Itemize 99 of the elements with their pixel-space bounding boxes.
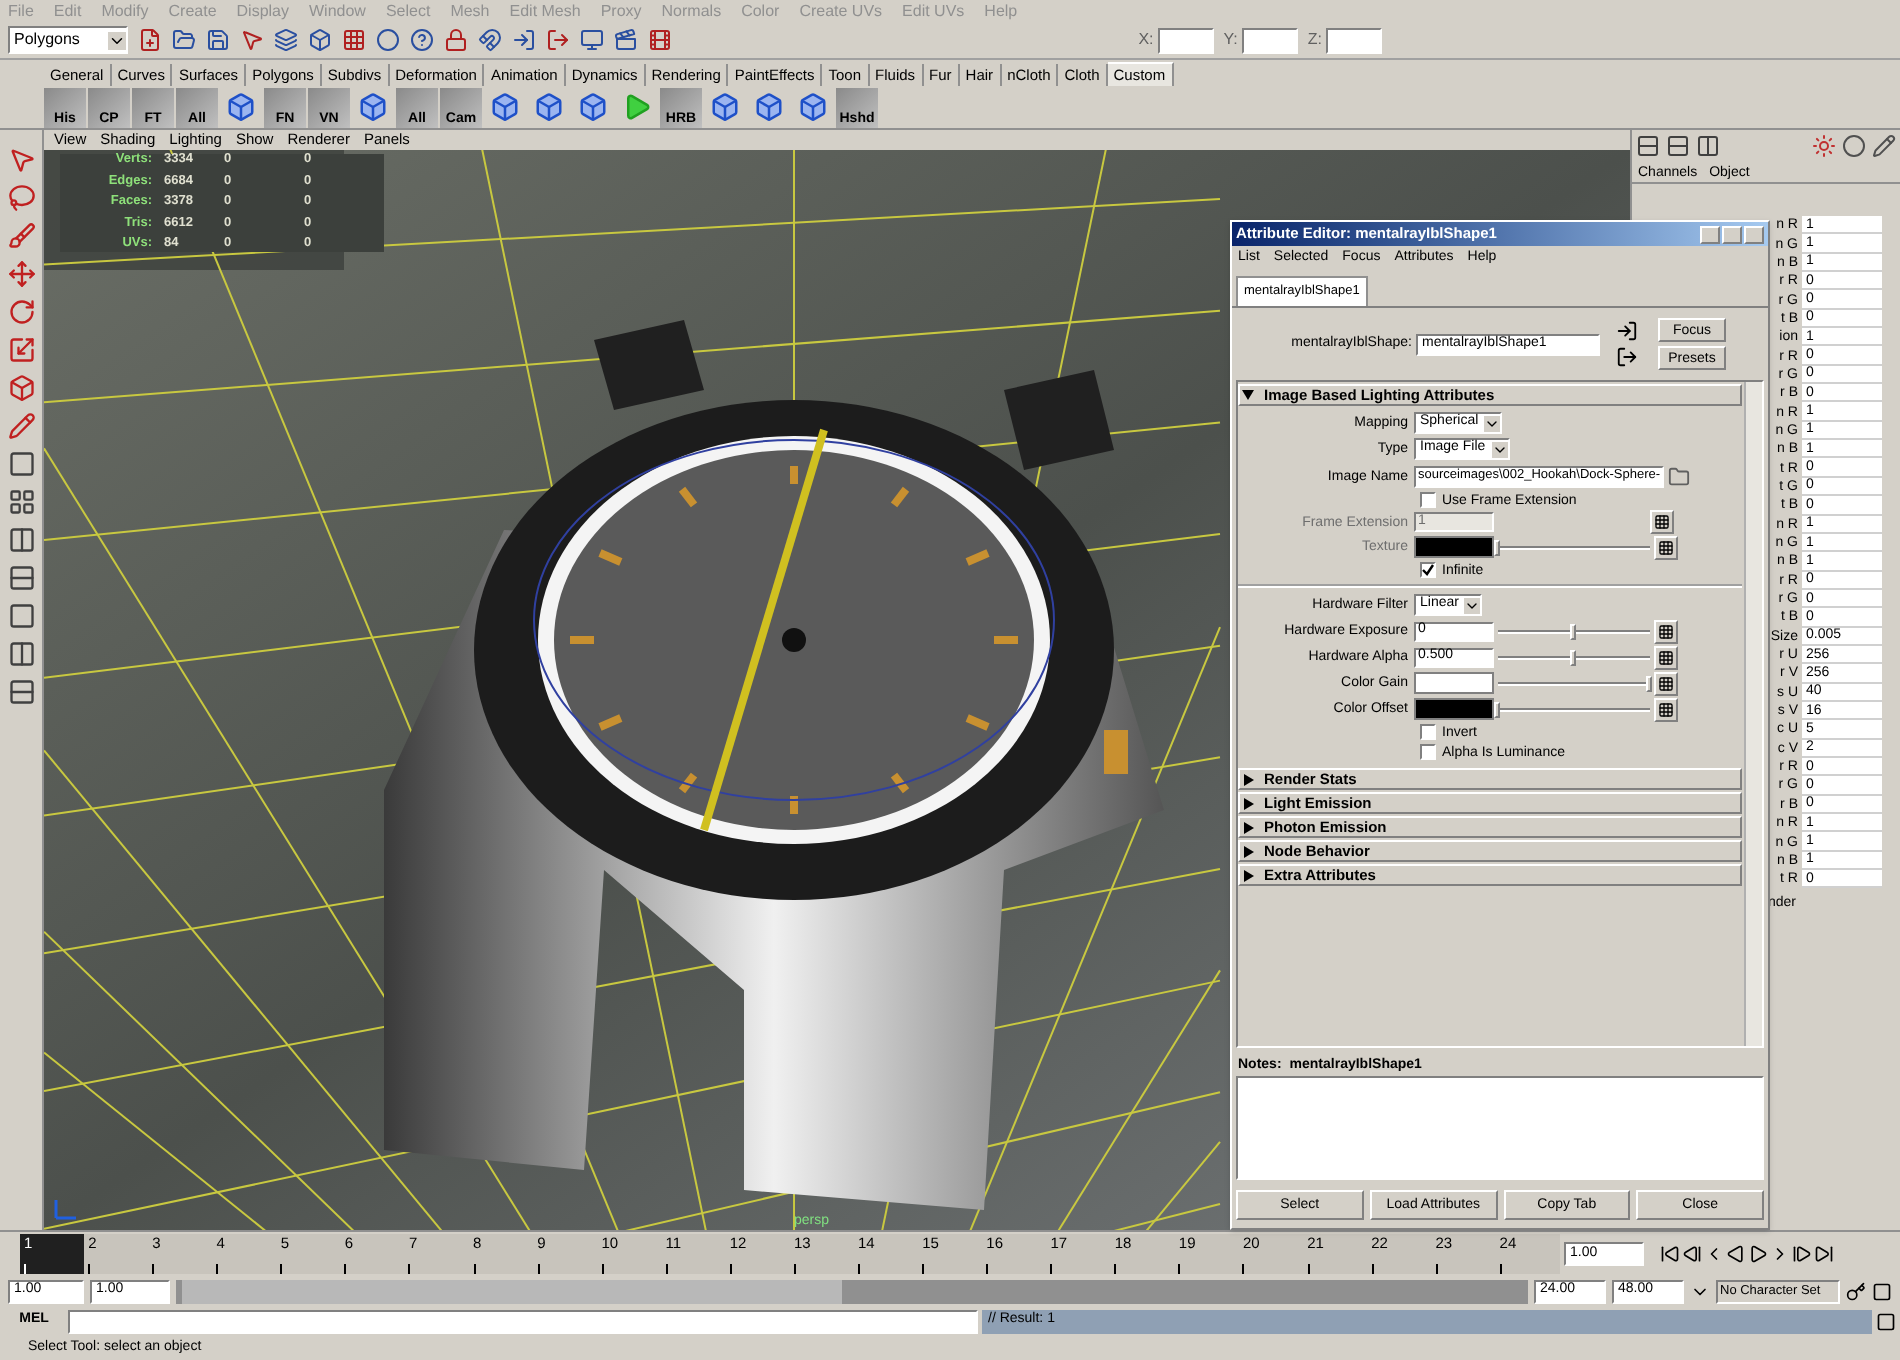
render-view-icon[interactable] <box>580 28 604 52</box>
go-to-end-icon[interactable] <box>1814 1244 1834 1264</box>
mode-dropdown[interactable]: Polygons <box>8 26 128 54</box>
dropdown-caret-icon <box>1484 415 1501 431</box>
step-forward-key-icon[interactable] <box>1792 1244 1812 1264</box>
dropdown-caret-icon <box>1464 597 1481 613</box>
output-connection-icon[interactable] <box>1616 346 1638 368</box>
stacked-view-icon[interactable] <box>7 678 35 706</box>
coordinate-label: Y: <box>1223 28 1238 52</box>
split-view-icon[interactable] <box>7 640 35 668</box>
range-slider-bar[interactable] <box>182 1279 842 1303</box>
expanded-triangle-icon <box>1242 390 1254 400</box>
channel-list-icon[interactable] <box>1666 134 1690 158</box>
scrollbar[interactable] <box>1744 382 1762 1046</box>
folder-icon[interactable] <box>1668 465 1690 487</box>
checker-icon <box>1658 675 1674 691</box>
shelf-cube-icon[interactable] <box>534 92 564 122</box>
checkbox[interactable] <box>1420 562 1436 578</box>
checker-icon <box>1654 514 1670 530</box>
slider-thumb[interactable] <box>1570 649 1576 665</box>
maximize-button[interactable] <box>1722 225 1742 243</box>
shelf-cube-icon[interactable] <box>226 92 256 122</box>
two-row-icon[interactable] <box>7 564 35 592</box>
save-icon[interactable] <box>206 28 230 52</box>
grid-icon[interactable] <box>342 28 366 52</box>
lights-icon[interactable] <box>1812 134 1836 158</box>
shelf-cube-icon[interactable] <box>358 92 388 122</box>
map-button[interactable] <box>1650 510 1674 534</box>
pointer-icon[interactable] <box>240 28 264 52</box>
color-swatch[interactable] <box>1414 698 1494 720</box>
shelf-cube-icon[interactable] <box>754 92 784 122</box>
key-icon[interactable] <box>1846 1281 1866 1301</box>
two-column-icon[interactable] <box>7 526 35 554</box>
cube-icon[interactable] <box>7 374 35 402</box>
shelf-cube-icon[interactable] <box>490 92 520 122</box>
dropdown-caret-icon <box>1491 441 1508 457</box>
layers-icon[interactable] <box>274 28 298 52</box>
paint-brush-icon[interactable] <box>7 222 35 250</box>
panel-icon[interactable] <box>7 602 35 630</box>
checker-icon <box>1658 623 1674 639</box>
select-arrow-icon[interactable] <box>7 146 35 174</box>
help-icon[interactable] <box>410 28 434 52</box>
clapperboard-icon[interactable] <box>614 28 638 52</box>
output-icon[interactable] <box>546 28 570 52</box>
film-icon[interactable] <box>648 28 672 52</box>
magnet-icon[interactable] <box>478 28 502 52</box>
shelf-cube-icon[interactable] <box>798 92 828 122</box>
slider-thumb[interactable] <box>1494 701 1500 717</box>
lasso-icon[interactable] <box>7 184 35 212</box>
single-view-icon[interactable] <box>7 450 35 478</box>
go-to-start-icon[interactable] <box>1660 1244 1680 1264</box>
script-editor-icon[interactable] <box>1876 1311 1896 1331</box>
cube-icon[interactable] <box>308 28 332 52</box>
preferences-icon[interactable] <box>1872 1281 1892 1301</box>
four-view-icon[interactable] <box>7 488 35 516</box>
layout-icon[interactable] <box>1696 134 1720 158</box>
close-button[interactable] <box>1744 225 1764 243</box>
shelf-cube-icon[interactable] <box>578 92 608 122</box>
map-button[interactable] <box>1654 645 1678 669</box>
pencil-icon[interactable] <box>1872 134 1896 158</box>
sphere-icon[interactable] <box>376 28 400 52</box>
input-icon[interactable] <box>512 28 536 52</box>
slider-thumb[interactable] <box>1646 675 1652 691</box>
scale-icon[interactable] <box>7 336 35 364</box>
coordinate-label: X: <box>1138 28 1154 52</box>
coordinate-field[interactable] <box>1326 27 1382 53</box>
shelf-cube-icon[interactable] <box>710 92 740 122</box>
slider-thumb[interactable] <box>1570 623 1576 639</box>
map-button[interactable] <box>1654 697 1678 721</box>
coordinate-field[interactable] <box>1241 27 1298 53</box>
step-back-key-icon[interactable] <box>1682 1244 1702 1264</box>
play-backwards-icon[interactable] <box>1726 1244 1746 1264</box>
shading-icon[interactable] <box>1842 134 1866 158</box>
notes-field[interactable] <box>1236 1076 1764 1180</box>
checker-icon <box>1658 701 1674 717</box>
checkbox[interactable] <box>1420 744 1436 760</box>
checker-icon <box>1658 539 1674 555</box>
checkbox[interactable] <box>1420 724 1436 740</box>
folder-icon[interactable] <box>172 28 196 52</box>
axis-icon <box>52 1194 80 1222</box>
move-icon[interactable] <box>7 260 35 288</box>
play-icon[interactable] <box>1748 1244 1768 1264</box>
pencil-icon[interactable] <box>7 412 35 440</box>
rotate-icon[interactable] <box>7 298 35 326</box>
minimize-button[interactable] <box>1700 225 1720 243</box>
lock-icon[interactable] <box>444 28 468 52</box>
new-scene-icon[interactable] <box>138 28 162 52</box>
input-connection-icon[interactable] <box>1616 320 1638 342</box>
command-field[interactable] <box>68 1309 978 1333</box>
checkbox[interactable] <box>1420 492 1436 508</box>
color-swatch[interactable] <box>1414 672 1494 694</box>
channel-list-icon[interactable] <box>1636 134 1660 158</box>
dropdown-caret-icon <box>108 31 126 49</box>
map-button[interactable] <box>1654 671 1678 695</box>
coordinate-field[interactable] <box>1157 27 1214 53</box>
map-button[interactable] <box>1654 619 1678 643</box>
coordinate-label: Z: <box>1307 28 1322 52</box>
checker-icon <box>1658 649 1674 665</box>
map-button[interactable] <box>1654 535 1678 559</box>
